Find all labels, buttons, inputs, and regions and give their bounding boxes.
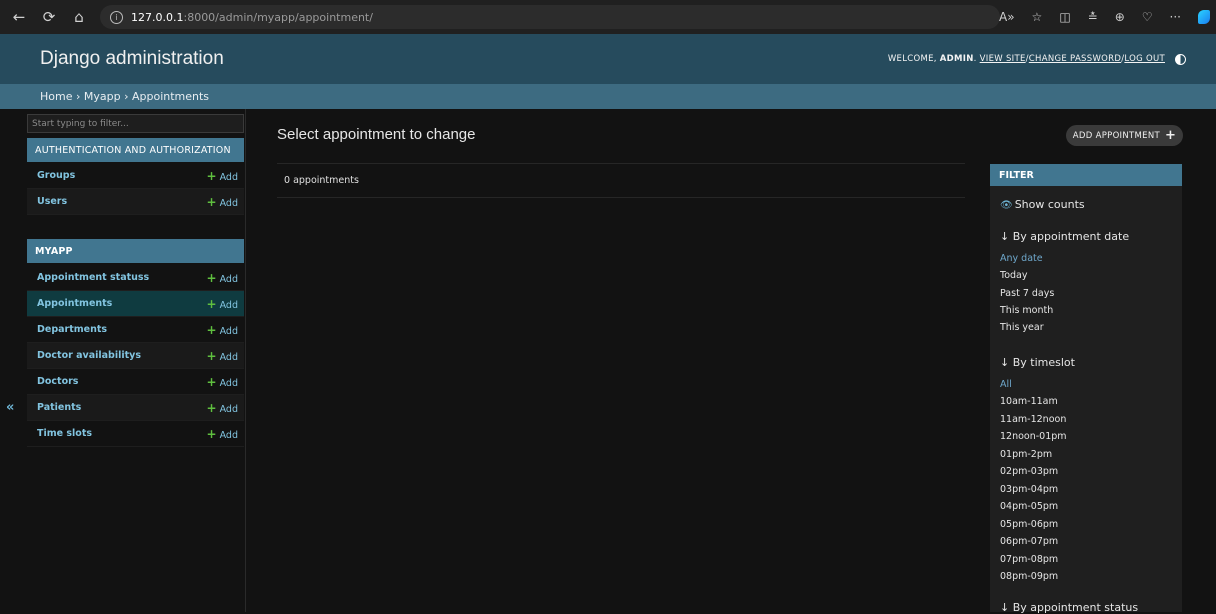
result-count: 0 appointments: [284, 175, 359, 186]
model-link[interactable]: Patients: [37, 402, 81, 413]
filter-option[interactable]: 02pm-03pm: [1000, 466, 1058, 477]
filter-option[interactable]: Today: [1000, 270, 1027, 281]
filter-option[interactable]: 11am-12noon: [1000, 414, 1066, 425]
info-icon[interactable]: i: [110, 10, 123, 24]
filter-option[interactable]: Past 7 days: [1000, 288, 1054, 299]
nav-sidebar: Start typing to filter... AUTHENTICATION…: [24, 109, 246, 612]
sidebar-item-time-slots[interactable]: Time slots + Add: [27, 421, 244, 447]
filter-heading: FILTER: [990, 164, 1182, 186]
breadcrumb[interactable]: Home › Myapp › Appointments: [0, 84, 1216, 109]
plus-icon: +: [206, 426, 217, 441]
add-appointment-button[interactable]: ADD APPOINTMENT +: [1066, 125, 1183, 146]
browser-toolbar: ← ⟳ ⌂ i 127.0.0.1 :8000/admin/myapp/appo…: [0, 0, 1216, 34]
model-link[interactable]: Doctor availabilitys: [37, 350, 141, 361]
sidebar-item-patients[interactable]: Patients + Add: [27, 395, 244, 421]
model-link[interactable]: Time slots: [37, 428, 92, 439]
view-site-link[interactable]: VIEW SITE: [980, 54, 1026, 64]
url-host: 127.0.0.1: [131, 10, 184, 24]
plus-icon: +: [206, 194, 217, 209]
add-appointment-label: ADD APPOINTMENT: [1072, 130, 1160, 141]
filter-option[interactable]: This year: [1000, 322, 1044, 333]
favorites-list-icon[interactable]: ≛: [1088, 10, 1098, 24]
model-link[interactable]: Groups: [37, 170, 75, 181]
welcome-text: WELCOME,: [887, 54, 937, 64]
model-link[interactable]: Appointment statuss: [37, 272, 149, 283]
site-header: Django administration WELCOME, ADMIN. VI…: [0, 34, 1216, 84]
plus-icon: +: [206, 270, 217, 285]
plus-icon: +: [206, 374, 217, 389]
filter-option[interactable]: 12noon-01pm: [1000, 431, 1067, 442]
more-menu-icon[interactable]: ···: [1170, 10, 1181, 24]
sidebar-item-appointment-statuss[interactable]: Appointment statuss + Add: [27, 265, 244, 291]
plus-icon: +: [206, 296, 217, 311]
filter-title-status[interactable]: ↓ By appointment status: [1000, 601, 1138, 614]
username: ADMIN: [939, 54, 974, 64]
url-path: :8000/admin/myapp/appointment/: [183, 10, 373, 24]
add-link[interactable]: + Add: [207, 349, 238, 363]
add-link[interactable]: + Add: [207, 427, 238, 441]
filter-option[interactable]: 05pm-06pm: [1000, 519, 1058, 530]
change-password-link[interactable]: CHANGE PASSWORD: [1029, 54, 1121, 64]
sidebar-item-departments[interactable]: Departments + Add: [27, 317, 244, 343]
plus-icon: +: [206, 322, 217, 337]
filter-option[interactable]: 04pm-05pm: [1000, 501, 1058, 512]
page-title: Select appointment to change: [277, 126, 476, 143]
filter-option[interactable]: 03pm-04pm: [1000, 484, 1058, 495]
copilot-heart-icon[interactable]: ♡: [1142, 10, 1153, 24]
add-link[interactable]: + Add: [207, 271, 238, 285]
add-link[interactable]: + Add: [207, 323, 238, 337]
plus-icon: +: [206, 168, 217, 183]
edge-logo-icon[interactable]: [1198, 10, 1210, 24]
log-out-link[interactable]: LOG OUT: [1124, 54, 1165, 64]
site-branding[interactable]: Django administration: [40, 48, 224, 70]
sidebar-item-doctors[interactable]: Doctors + Add: [27, 369, 244, 395]
model-link[interactable]: Users: [37, 196, 67, 207]
changelist-filter: FILTER 👁 Show counts ↓ By appointment dat…: [990, 164, 1182, 614]
filter-title-date[interactable]: ↓ By appointment date: [1000, 230, 1129, 243]
favorite-star-icon[interactable]: ☆: [1032, 10, 1043, 24]
filter-option[interactable]: 07pm-08pm: [1000, 554, 1058, 565]
filter-option[interactable]: 08pm-09pm: [1000, 571, 1058, 582]
filter-option[interactable]: This month: [1000, 305, 1053, 316]
add-link[interactable]: + Add: [207, 297, 238, 311]
theme-toggle-icon[interactable]: [1175, 53, 1186, 65]
result-count-bar: 0 appointments: [277, 163, 965, 198]
sidebar-item-groups[interactable]: Groups + Add: [27, 163, 244, 189]
filter-option[interactable]: 01pm-2pm: [1000, 449, 1052, 460]
collections-icon[interactable]: ⊕: [1115, 10, 1125, 24]
filter-option[interactable]: Any date: [1000, 253, 1043, 264]
filter-option[interactable]: 06pm-07pm: [1000, 536, 1058, 547]
sidebar-item-appointments[interactable]: Appointments + Add: [27, 291, 244, 317]
address-bar[interactable]: i 127.0.0.1 :8000/admin/myapp/appointmen…: [100, 5, 1000, 29]
refresh-icon[interactable]: ⟳: [38, 6, 60, 28]
sidebar-toggle-icon[interactable]: «: [6, 400, 14, 415]
model-link[interactable]: Departments: [37, 324, 107, 335]
add-link[interactable]: + Add: [207, 401, 238, 415]
sidebar-item-doctor-availabilitys[interactable]: Doctor availabilitys + Add: [27, 343, 244, 369]
user-tools: WELCOME, ADMIN. VIEW SITE / CHANGE PASSW…: [888, 34, 1186, 84]
home-icon[interactable]: ⌂: [68, 6, 90, 28]
filter-option[interactable]: 10am-11am: [1000, 396, 1058, 407]
add-link[interactable]: + Add: [207, 375, 238, 389]
add-link[interactable]: + Add: [207, 169, 238, 183]
back-arrow-icon[interactable]: ←: [8, 6, 30, 28]
plus-icon: +: [206, 348, 217, 363]
add-link[interactable]: + Add: [207, 195, 238, 209]
plus-icon: +: [1164, 128, 1177, 143]
module-myapp-caption[interactable]: MYAPP: [27, 239, 244, 263]
model-link[interactable]: Appointments: [37, 298, 112, 309]
nav-filter-input[interactable]: Start typing to filter...: [27, 114, 244, 133]
sidebar-item-users[interactable]: Users + Add: [27, 189, 244, 215]
filter-option[interactable]: All: [1000, 379, 1012, 390]
model-link[interactable]: Doctors: [37, 376, 78, 387]
module-auth-caption[interactable]: AUTHENTICATION AND AUTHORIZATION: [27, 138, 244, 162]
read-aloud-icon[interactable]: A»: [999, 10, 1015, 24]
plus-icon: +: [206, 400, 217, 415]
eye-icon: 👁: [1000, 200, 1013, 211]
filter-title-timeslot[interactable]: ↓ By timeslot: [1000, 356, 1075, 369]
show-counts-link[interactable]: 👁 Show counts: [1000, 198, 1085, 211]
browser-action-icons: A» ☆ ◫ ≛ ⊕ ♡ ···: [999, 0, 1210, 34]
split-screen-icon[interactable]: ◫: [1059, 10, 1070, 24]
